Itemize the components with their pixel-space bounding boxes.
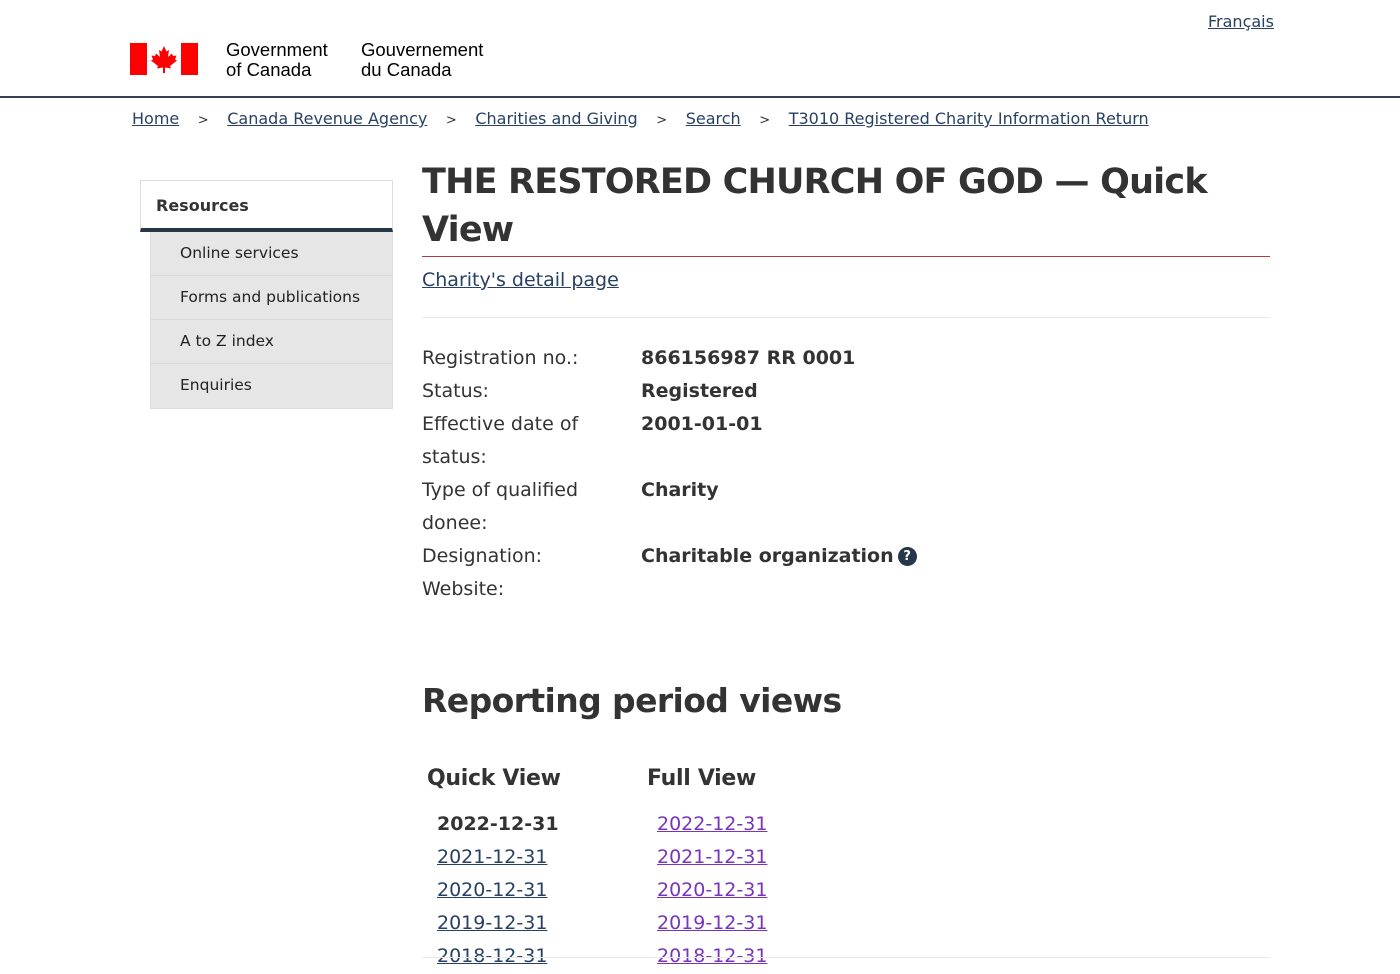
main-content: THE RESTORED CHURCH OF GOD — Quick View … (422, 158, 1270, 973)
quick-view-dates: 2022-12-31 2021-12-31 2020-12-31 2019-12… (427, 808, 647, 973)
full-view-link[interactable]: 2019-12-31 (657, 907, 767, 940)
effective-date-label: Effective date of status: (422, 413, 579, 468)
sidebar-item-online-services[interactable]: Online services (151, 232, 392, 276)
breadcrumb-separator: > (445, 113, 457, 128)
info-row-status: Status: Registered (422, 375, 1270, 408)
info-row-registration: Registration no.: 866156987 RR 0001 (422, 342, 1270, 375)
status-label: Status: (422, 380, 489, 402)
wordmark-french[interactable]: Gouvernement du Canada (361, 40, 483, 80)
quick-view-current: 2022-12-31 (437, 813, 559, 835)
full-view-link[interactable]: 2020-12-31 (657, 874, 767, 907)
quick-view-link[interactable]: 2020-12-31 (437, 874, 647, 907)
sidebar-heading: Resources (140, 180, 393, 232)
quick-view-column: Quick View 2022-12-31 2021-12-31 2020-12… (422, 764, 647, 973)
divider (422, 957, 1270, 958)
charity-info: Registration no.: 866156987 RR 0001 Stat… (422, 342, 1270, 606)
registration-label: Registration no.: (422, 347, 579, 369)
donee-type-value: Charity (641, 479, 719, 501)
divider (422, 317, 1270, 318)
info-row-donee-type: Type of qualified donee: Charity (422, 474, 1270, 540)
sidebar-item-forms-publications[interactable]: Forms and publications (151, 276, 392, 320)
designation-label: Designation: (422, 545, 543, 567)
quick-view-heading: Quick View (427, 766, 561, 791)
breadcrumb-t3010[interactable]: T3010 Registered Charity Information Ret… (789, 109, 1149, 128)
status-value: Registered (641, 380, 758, 402)
wordmark-french-line2: du Canada (361, 59, 452, 80)
sidebar-menu: Online services Forms and publications A… (150, 232, 393, 409)
full-view-column: Full View 2022-12-31 2021-12-31 2020-12-… (647, 764, 767, 973)
breadcrumb-home[interactable]: Home (132, 109, 179, 128)
full-view-link[interactable]: 2022-12-31 (657, 808, 767, 841)
quick-view-link[interactable]: 2021-12-31 (437, 841, 647, 874)
reporting-heading: Reporting period views (422, 681, 842, 720)
breadcrumb-cra[interactable]: Canada Revenue Agency (227, 109, 427, 128)
breadcrumb-separator: > (656, 113, 668, 128)
wordmark-english-line1: Government (226, 39, 328, 60)
full-view-heading: Full View (647, 766, 757, 791)
canada-flag-icon[interactable] (130, 43, 198, 75)
breadcrumb-search[interactable]: Search (686, 109, 741, 128)
charity-detail-link[interactable]: Charity's detail page (422, 269, 1270, 291)
info-row-website: Website: (422, 573, 1270, 606)
site-header: Français Government of Canada Gouverneme… (0, 0, 1400, 98)
quick-view-link[interactable]: 2019-12-31 (437, 907, 647, 940)
breadcrumb-charities[interactable]: Charities and Giving (475, 109, 637, 128)
full-view-link[interactable]: 2021-12-31 (657, 841, 767, 874)
full-view-dates: 2022-12-31 2021-12-31 2020-12-31 2019-12… (647, 808, 767, 973)
info-row-effective-date: Effective date of status: 2001-01-01 (422, 408, 1270, 474)
wordmark-english-line2: of Canada (226, 59, 312, 80)
registration-value: 866156987 RR 0001 (641, 347, 856, 369)
resources-sidebar: Resources Online services Forms and publ… (140, 180, 393, 409)
sidebar-item-a-to-z[interactable]: A to Z index (151, 320, 392, 364)
wordmark-french-line1: Gouvernement (361, 39, 484, 60)
website-label: Website: (422, 578, 505, 600)
breadcrumb-separator: > (759, 113, 771, 128)
donee-type-label: Type of qualified donee: (422, 479, 579, 534)
info-row-designation: Designation: Charitable organization? (422, 540, 1270, 573)
breadcrumb: Home > Canada Revenue Agency > Charities and… (132, 109, 1149, 128)
reporting-periods: Quick View 2022-12-31 2021-12-31 2020-12… (422, 764, 1270, 973)
designation-value: Charitable organization (641, 545, 894, 567)
page-title: THE RESTORED CHURCH OF GOD — Quick View (422, 158, 1270, 257)
language-toggle-link[interactable]: Français (1208, 12, 1274, 31)
help-icon[interactable]: ? (897, 547, 917, 566)
effective-date-value: 2001-01-01 (641, 413, 763, 435)
wordmark-english[interactable]: Government of Canada (226, 40, 328, 80)
designation-value-wrap: Charitable organization? (641, 540, 917, 573)
breadcrumb-separator: > (197, 113, 209, 128)
sidebar-item-enquiries[interactable]: Enquiries (151, 364, 392, 408)
